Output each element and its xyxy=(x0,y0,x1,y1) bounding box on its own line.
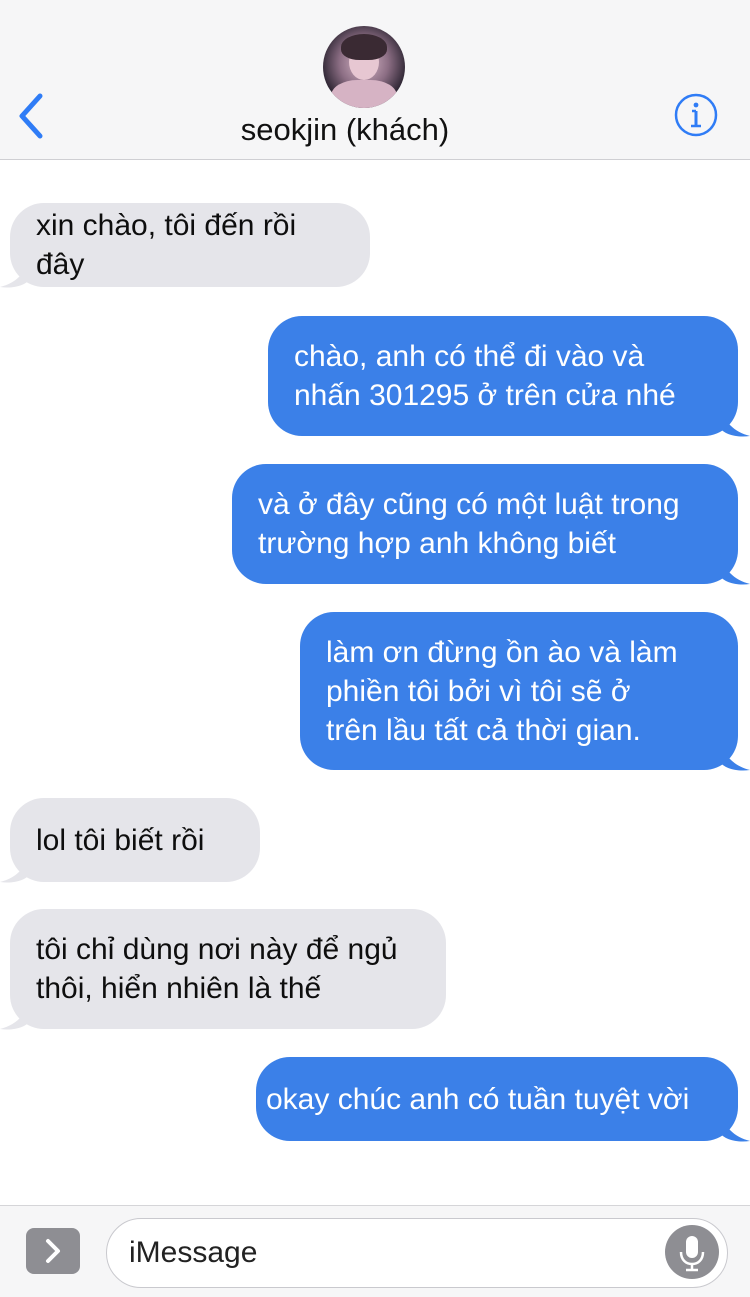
apps-button[interactable] xyxy=(26,1228,80,1274)
avatar[interactable] xyxy=(323,26,405,108)
message-text: chào, anh có thể đi vào và nhấn 301295 ở… xyxy=(294,340,676,412)
microphone-button[interactable] xyxy=(665,1225,719,1279)
microphone-icon xyxy=(679,1236,705,1272)
message-composer: iMessage xyxy=(0,1205,750,1297)
bubble-tail xyxy=(720,554,750,585)
message-bubble-outgoing[interactable]: okay chúc anh có tuần tuyệt vời xyxy=(256,1057,738,1141)
message-bubble-outgoing[interactable]: và ở đây cũng có một luật trong trường h… xyxy=(232,464,738,584)
chevron-right-icon xyxy=(46,1239,60,1263)
bubble-tail xyxy=(0,852,30,883)
imessage-placeholder: iMessage xyxy=(129,1236,258,1269)
message-bubble-incoming[interactable]: lol tôi biết rồi xyxy=(10,798,260,882)
info-circle-icon[interactable] xyxy=(673,92,719,138)
bubble-tail xyxy=(720,740,750,771)
message-text: tôi chỉ dùng nơi này để ngủ thôi, hiển n… xyxy=(36,933,398,1005)
message-bubble-outgoing[interactable]: chào, anh có thể đi vào và nhấn 301295 ở… xyxy=(268,316,738,436)
message-text: okay chúc anh có tuần tuyệt vời xyxy=(266,1082,690,1116)
bubble-tail xyxy=(0,257,30,288)
message-bubble-outgoing[interactable]: làm ơn đừng ồn ào và làm phiền tôi bởi v… xyxy=(300,612,738,770)
message-bubble-incoming[interactable]: tôi chỉ dùng nơi này để ngủ thôi, hiển n… xyxy=(10,909,446,1029)
conversation-header: seokjin (khách) xyxy=(0,0,750,160)
imessage-input[interactable]: iMessage xyxy=(106,1218,728,1288)
bubble-tail xyxy=(720,1111,750,1142)
bubble-tail xyxy=(720,406,750,437)
contact-name[interactable]: seokjin (khách) xyxy=(0,112,720,148)
message-text: làm ơn đừng ồn ào và làm phiền tôi bởi v… xyxy=(326,635,678,747)
message-text: lol tôi biết rồi xyxy=(36,823,205,857)
bubble-tail xyxy=(0,999,30,1030)
message-text: xin chào, tôi đến rồi đây xyxy=(36,209,297,281)
message-text: và ở đây cũng có một luật trong trường h… xyxy=(258,488,680,560)
message-bubble-incoming[interactable]: xin chào, tôi đến rồi đây xyxy=(10,203,370,287)
